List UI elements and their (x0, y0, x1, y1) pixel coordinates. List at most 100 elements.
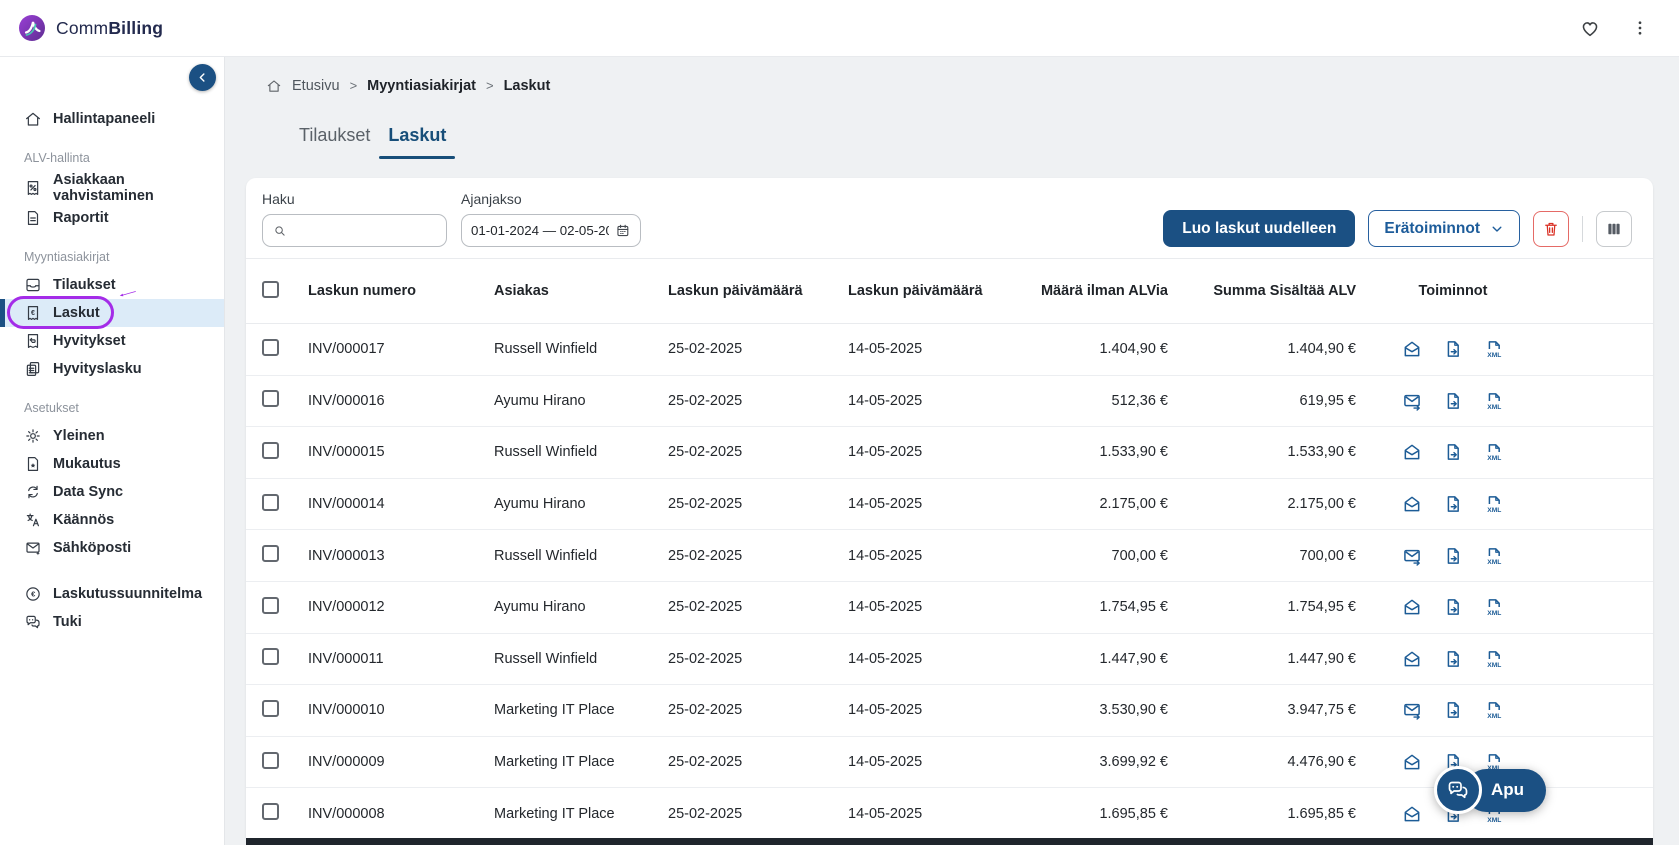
row-checkbox[interactable] (262, 752, 279, 769)
xml-download-icon[interactable] (1484, 546, 1504, 566)
batch-actions-button[interactable]: Erätoiminnot (1368, 210, 1520, 247)
sidebar-item-mukautus[interactable]: Mukautus (0, 450, 224, 478)
home-icon (24, 110, 42, 128)
invoices-table: Laskun numero Asiakas Laskun päivämäärä … (246, 258, 1653, 838)
customer-name: Russell Winfield (494, 444, 668, 460)
sidebar-item-tilaukset[interactable]: Tilaukset (0, 271, 224, 299)
sidebar-item-raportit[interactable]: Raportit (0, 204, 224, 232)
net-amount: 1.533,90 € (1028, 444, 1170, 460)
row-checkbox[interactable] (262, 700, 279, 717)
due-date: 14-05-2025 (848, 651, 1028, 667)
table-row: INV/000017 Russell Winfield 25-02-2025 1… (246, 324, 1653, 376)
invoice-date: 25-02-2025 (668, 393, 848, 409)
export-file-icon[interactable] (1443, 494, 1463, 514)
table-row: INV/000016 Ayumu Hirano 25-02-2025 14-05… (246, 376, 1653, 428)
sidebar-item-kaannos[interactable]: Käännös (0, 506, 224, 534)
sidebar-item-laskut[interactable]: € Laskut (0, 299, 224, 327)
send-email-icon[interactable] (1402, 339, 1422, 359)
report-document-icon (24, 209, 42, 227)
send-email-icon[interactable] (1402, 700, 1422, 720)
breadcrumb-home-icon[interactable] (266, 78, 282, 94)
invoice-number: INV/000014 (308, 496, 494, 512)
customer-name: Russell Winfield (494, 548, 668, 564)
export-file-icon[interactable] (1443, 391, 1463, 411)
send-email-icon[interactable] (1402, 442, 1422, 462)
row-checkbox[interactable] (262, 390, 279, 407)
export-file-icon[interactable] (1443, 339, 1463, 359)
xml-download-icon[interactable] (1484, 442, 1504, 462)
due-date: 14-05-2025 (848, 702, 1028, 718)
due-date: 14-05-2025 (848, 444, 1028, 460)
breadcrumb-etusivu[interactable]: Etusivu (292, 78, 340, 94)
send-email-icon[interactable] (1402, 546, 1422, 566)
logo-icon (18, 14, 46, 42)
kebab-menu-icon[interactable] (1631, 18, 1649, 38)
breadcrumb-myyntiasiakirjat[interactable]: Myyntiasiakirjat (367, 78, 476, 94)
sidebar-item-data-sync[interactable]: Data Sync (0, 478, 224, 506)
gross-amount: 1.754,95 € (1170, 599, 1358, 615)
send-email-icon[interactable] (1402, 597, 1422, 617)
xml-download-icon[interactable] (1484, 494, 1504, 514)
sidebar-item-asiakkaan-vahvistaminen[interactable]: Asiakkaan vahvistaminen (0, 172, 224, 204)
row-checkbox[interactable] (262, 494, 279, 511)
horizontal-scrollbar[interactable] (246, 838, 1653, 845)
sidebar-item-hyvityslasku[interactable]: Hyvityslasku (0, 355, 224, 383)
credit-return-icon (24, 332, 42, 350)
export-file-icon[interactable] (1443, 700, 1463, 720)
favorite-heart-icon[interactable] (1579, 17, 1601, 39)
sidebar-collapse-button[interactable] (189, 64, 216, 91)
invoice-date: 25-02-2025 (668, 444, 848, 460)
sidebar-item-hyvitykset[interactable]: Hyvitykset (0, 327, 224, 355)
send-email-icon[interactable] (1402, 649, 1422, 669)
export-file-icon[interactable] (1443, 649, 1463, 669)
row-checkbox[interactable] (262, 803, 279, 820)
period-label: Ajanjakso (461, 191, 641, 207)
column-settings-button[interactable] (1596, 211, 1632, 247)
tab-tilaukset[interactable]: Tilaukset (290, 119, 379, 159)
export-file-icon[interactable] (1443, 546, 1463, 566)
row-checkbox[interactable] (262, 545, 279, 562)
export-file-icon[interactable] (1443, 597, 1463, 617)
table-row: INV/000013 Russell Winfield 25-02-2025 1… (246, 530, 1653, 582)
help-button[interactable]: Apu (1434, 766, 1546, 814)
translate-icon (24, 511, 42, 529)
table-row: INV/000010 Marketing IT Place 25-02-2025… (246, 685, 1653, 737)
recreate-invoices-button[interactable]: Luo laskut uudelleen (1163, 210, 1355, 247)
select-all-checkbox[interactable] (262, 281, 279, 298)
xml-download-icon[interactable] (1484, 597, 1504, 617)
send-email-icon[interactable] (1402, 804, 1422, 824)
sidebar-item-yleinen[interactable]: Yleinen (0, 422, 224, 450)
xml-download-icon[interactable] (1484, 649, 1504, 669)
xml-download-icon[interactable] (1484, 339, 1504, 359)
invoice-date: 25-02-2025 (668, 754, 848, 770)
row-checkbox[interactable] (262, 339, 279, 356)
sidebar-item-sahkoposti[interactable]: Sähköposti (0, 534, 224, 562)
search-input[interactable] (294, 222, 436, 240)
sidebar-item-laskutussuunnitelma[interactable]: € Laskutussuunnitelma (0, 580, 224, 608)
row-checkbox[interactable] (262, 648, 279, 665)
sidebar-item-tuki[interactable]: Tuki (0, 608, 224, 636)
invoice-number: INV/000008 (308, 806, 494, 822)
row-checkbox[interactable] (262, 597, 279, 614)
svg-text:€: € (31, 309, 35, 317)
section-title-asetukset: Asetukset (0, 383, 224, 422)
trash-icon (1542, 220, 1560, 238)
export-file-icon[interactable] (1443, 442, 1463, 462)
date-range-input[interactable]: 01-01-2024 — 02-05-202 (461, 214, 641, 247)
invoices-panel: Haku Ajanjakso 01-01-2024 — 02-05-202 Lu… (246, 178, 1653, 838)
period-field: Ajanjakso 01-01-2024 — 02-05-202 (461, 191, 641, 247)
xml-download-icon[interactable] (1484, 700, 1504, 720)
chat-bubbles-icon (1434, 766, 1482, 814)
send-email-icon[interactable] (1402, 494, 1422, 514)
row-checkbox[interactable] (262, 442, 279, 459)
net-amount: 2.175,00 € (1028, 496, 1170, 512)
section-title-alv: ALV-hallinta (0, 133, 224, 172)
send-email-icon[interactable] (1402, 752, 1422, 772)
sidebar-item-hallintapaneeli[interactable]: Hallintapaneeli (0, 105, 224, 133)
toolbar-divider (1582, 216, 1583, 242)
app-logo: CommBilling (18, 14, 163, 42)
xml-download-icon[interactable] (1484, 391, 1504, 411)
tab-laskut[interactable]: Laskut (379, 119, 455, 159)
send-email-icon[interactable] (1402, 391, 1422, 411)
delete-button[interactable] (1533, 211, 1569, 247)
